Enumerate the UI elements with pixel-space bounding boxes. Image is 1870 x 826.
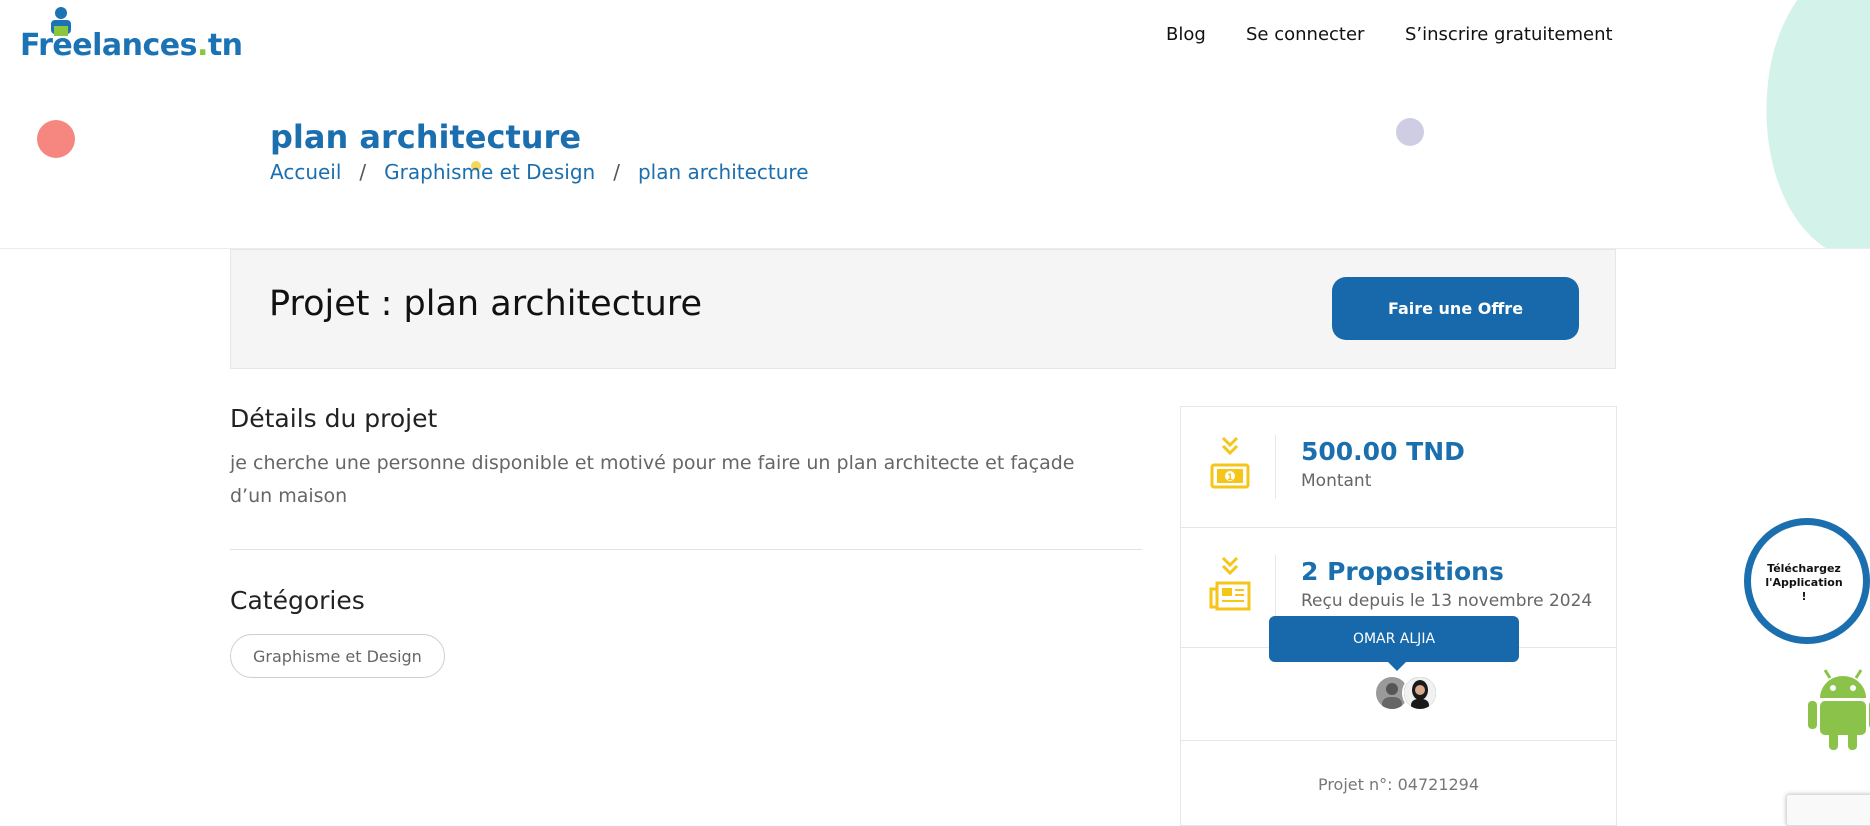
recaptcha-badge[interactable] [1786, 794, 1870, 826]
nav-blog-link[interactable]: Blog [1166, 24, 1206, 45]
breadcrumb-category[interactable]: Graphisme et Design [384, 160, 595, 184]
details-description: je cherche une personne disponible et mo… [230, 452, 1075, 507]
nav-signup-link[interactable]: S’inscrire gratuitement [1405, 24, 1613, 45]
decorative-circle [1396, 118, 1424, 146]
project-number: Projet n°: 04721294 [1317, 775, 1480, 794]
logo-wordmark: Freelances.tn [20, 28, 243, 63]
details-heading: Détails du projet [230, 404, 438, 433]
newspaper-icon [1209, 556, 1251, 611]
vertical-divider [1275, 435, 1276, 499]
amount-value: 500.00 TND [1301, 437, 1465, 466]
breadcrumb-current[interactable]: plan architecture [638, 160, 809, 184]
download-app-text[interactable]: Téléchargez l'Application ! [1762, 562, 1846, 604]
categories-heading: Catégories [230, 586, 365, 615]
breadcrumb: Accueil / Graphisme et Design / plan archite… [270, 160, 809, 184]
project-title: Projet : plan architecture [269, 284, 703, 324]
divider [230, 549, 1142, 550]
vertical-divider [1275, 555, 1276, 619]
breadcrumb-separator: / [613, 160, 620, 184]
breadcrumb-home[interactable]: Accueil [270, 160, 341, 184]
nav-login-link[interactable]: Se connecter [1246, 24, 1364, 45]
proposals-value: 2 Propositions [1301, 557, 1504, 586]
download-app-line1: Téléchargez [1767, 562, 1841, 575]
site-header: Freelances.tn Blog Se connecter S’inscri… [0, 0, 1870, 249]
amount-row: 1 500.00 TND Montant [1181, 407, 1616, 528]
money-icon: 1 [1210, 436, 1250, 489]
proposals-date: Reçu depuis le 13 novembre 2024 [1301, 591, 1593, 611]
avatar[interactable] [1402, 675, 1438, 711]
bidder-name-tooltip: OMAR ALJIA [1269, 616, 1519, 662]
avatar-person-icon [1404, 677, 1436, 709]
svg-text:1: 1 [1227, 473, 1233, 483]
amount-label: Montant [1301, 471, 1372, 491]
make-offer-button[interactable]: Faire une Offre [1332, 277, 1579, 340]
site-logo[interactable]: Freelances.tn [20, 6, 243, 66]
project-header-bar: Projet : plan architecture Faire une Off… [230, 249, 1616, 369]
breadcrumb-separator: / [359, 160, 367, 184]
category-tag[interactable]: Graphisme et Design [230, 634, 445, 678]
tooltip-arrow [1387, 661, 1407, 671]
page-title: plan architecture [270, 118, 582, 156]
decorative-blob [1745, 0, 1870, 248]
download-app-line2: l'Application ! [1765, 576, 1843, 603]
decorative-circle [37, 120, 75, 158]
android-icon[interactable] [1808, 668, 1870, 752]
